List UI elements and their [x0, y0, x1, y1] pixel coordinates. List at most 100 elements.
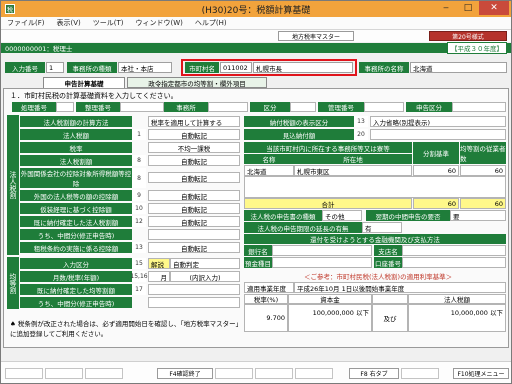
division-head-name: 名称 [244, 154, 294, 164]
ref-no-field[interactable] [120, 102, 164, 112]
menu-tools[interactable]: ツール(T) [87, 18, 130, 28]
division-head-basis: 分割基準 [413, 142, 459, 164]
f3-key[interactable] [85, 368, 123, 379]
office-type-field[interactable]: 本社・本店 [118, 62, 172, 73]
division-row-basis[interactable]: 60 [413, 165, 459, 176]
input-kind-select[interactable]: 自動判定 [170, 258, 240, 269]
company-name: 0000000001：税理士 [5, 45, 73, 53]
bank-name-field[interactable] [272, 245, 372, 256]
division-label: 区分 [250, 102, 290, 112]
refund-bank-title: 還付を受けようとする金融機関及び支払方法 [244, 234, 506, 244]
maximize-button[interactable]: □ [457, 1, 479, 15]
paid-per-capita-label: 既に納付確定した均等割額 [20, 284, 132, 295]
interim-per-capita-label: うち、中間分(修正申告時) [20, 297, 132, 308]
false-accounting-label: 仮装経理に基づく控除額 [20, 203, 132, 214]
treaty-deduction-label: 租税条約の実施に係る控除額 [20, 242, 132, 253]
interim-levy-field[interactable] [148, 229, 240, 240]
corp-tax-field[interactable]: 自動転記 [148, 129, 240, 140]
interim-levy-label: うち、中間分(修正申告時) [20, 229, 132, 240]
account-no-field[interactable] [402, 257, 506, 268]
paid-levy-field[interactable]: 自動転記 [148, 216, 240, 227]
division-row-address[interactable]: 札幌市東区 [294, 165, 412, 176]
window-controls: ‒ □ ✕ [435, 1, 509, 15]
deposit-kind-label: 預金種目 [244, 257, 272, 268]
extension-label: 法人税の申告期限の延長の有無 [244, 222, 362, 233]
menu-window[interactable]: ウィンドウ(W) [130, 18, 189, 28]
office-label: 事務所 [164, 102, 208, 112]
estimated-payment-field[interactable] [370, 129, 506, 140]
treaty-deduction-field[interactable]: 自動転記 [148, 242, 240, 253]
f7-key[interactable] [295, 368, 333, 379]
f1-key[interactable] [5, 368, 43, 379]
division-empty-rows [244, 176, 506, 198]
tax-rate-field[interactable]: 不均一課税 [148, 142, 240, 153]
rate-period-label: 適用事業年度 [244, 282, 294, 293]
corp-tax-levy-label: 法人税割額 [20, 155, 132, 166]
rate-col-capital: 資本金 [288, 294, 372, 304]
app-icon: 税 [5, 4, 15, 14]
proc-no-field[interactable] [56, 102, 74, 112]
division-row-employees[interactable]: 60 [460, 165, 506, 176]
foreign-tax-deduction-field[interactable]: 自動転記 [148, 190, 240, 201]
input-no-field[interactable]: 1 [46, 62, 64, 73]
false-accounting-field[interactable]: 自動転記 [148, 203, 240, 214]
rate-breakdown-field[interactable]: (内訳入力) [170, 271, 240, 282]
menu-help[interactable]: ヘルプ(H) [189, 18, 233, 28]
minimize-button[interactable]: ‒ [435, 1, 457, 15]
toolbar: 地方税率マスター 第20号様式 [1, 30, 511, 42]
form-20-button[interactable]: 第20号様式 [429, 31, 507, 41]
paid-per-capita-field[interactable] [148, 284, 240, 295]
treaty-deduction-num: 13 [132, 242, 146, 253]
main-window: 税 (H30)20号：税額計算基礎 ‒ □ ✕ ファイル(F) 表示(V) ツー… [0, 0, 512, 384]
f9-key[interactable] [401, 368, 439, 379]
false-accounting-num: 10 [132, 203, 146, 214]
division-row-name[interactable]: 北海道 [244, 165, 294, 176]
interim-per-capita-field[interactable] [148, 297, 240, 308]
close-button[interactable]: ✕ [479, 1, 509, 15]
mgmt-no-field[interactable] [364, 102, 404, 112]
f10-process-menu-button[interactable]: F10処理メニュー [453, 368, 509, 379]
f5-key[interactable] [215, 368, 253, 379]
f6-key[interactable] [255, 368, 293, 379]
office-type-label: 事務所の種類 [67, 62, 117, 73]
per-capita-side-label: 均等割 [7, 257, 19, 309]
division-total-basis: 60 [413, 198, 459, 209]
corp-tax-levy-num: 8 [132, 155, 146, 166]
rate-period-value: 平成26年10月 1日以後開始事業年度 [294, 282, 506, 293]
input-kind-help[interactable]: 解説 [148, 258, 170, 269]
calc-method-select[interactable]: 税率を適用して計算する [148, 116, 240, 127]
months-field[interactable]: 月 [148, 271, 170, 282]
deposit-kind-field[interactable] [272, 257, 372, 268]
division-total-label: 合計 [244, 198, 412, 209]
rate-capital-value: 100,000,000 以下 [288, 304, 372, 332]
menu-view[interactable]: 表示(V) [51, 18, 87, 28]
input-kind-num: 15 [132, 258, 146, 269]
proc-no-label: 処理番号 [12, 102, 56, 112]
filing-type-field[interactable] [452, 102, 506, 112]
menu-file[interactable]: ファイル(F) [1, 18, 51, 28]
per-capita-text: 均等割 [9, 272, 17, 294]
months-rate-num: 15,16 [130, 271, 148, 282]
corp-tax-levy-field[interactable]: 自動転記 [148, 155, 240, 166]
corp-tax-label: 法人税額 [20, 129, 132, 140]
f2-key[interactable] [45, 368, 83, 379]
division-total-employees: 60 [460, 198, 506, 209]
f4-confirm-button[interactable]: F4確認終了 [157, 368, 213, 379]
division-field[interactable] [290, 102, 316, 112]
payment-display-select[interactable]: 入力省略(別提表示) [370, 116, 506, 127]
foreign-affiliate-field[interactable]: 自動転記 [148, 172, 240, 183]
f8-right-tab-button[interactable]: F8 右タブ [349, 368, 399, 379]
interim-need-field[interactable]: 要 [450, 210, 506, 221]
tab-designated-city[interactable]: 政令指定都市の均等割・欄外項目 [127, 77, 267, 88]
foreign-affiliate-label: 外国関係会社の控除対象所得税額等控除 [20, 168, 132, 188]
paid-levy-num: 12 [132, 216, 146, 227]
filing-type-label: 申告区分 [406, 102, 452, 112]
extension-field[interactable]: 有 [362, 222, 402, 233]
branch-name-field[interactable] [402, 245, 506, 256]
office-name-field[interactable]: 北海道 [410, 62, 507, 73]
return-kind-field[interactable]: その他 [322, 210, 362, 221]
tab-calc-basis[interactable]: 申告計算基礎 [43, 77, 125, 88]
tax-rate-master-button[interactable]: 地方税率マスター [278, 31, 354, 41]
office-field[interactable] [208, 102, 248, 112]
footnote: ♠ 税条例が改正された場合は、必ず適用開始日を確認し、「地方税率マスター」に追加… [10, 320, 239, 338]
